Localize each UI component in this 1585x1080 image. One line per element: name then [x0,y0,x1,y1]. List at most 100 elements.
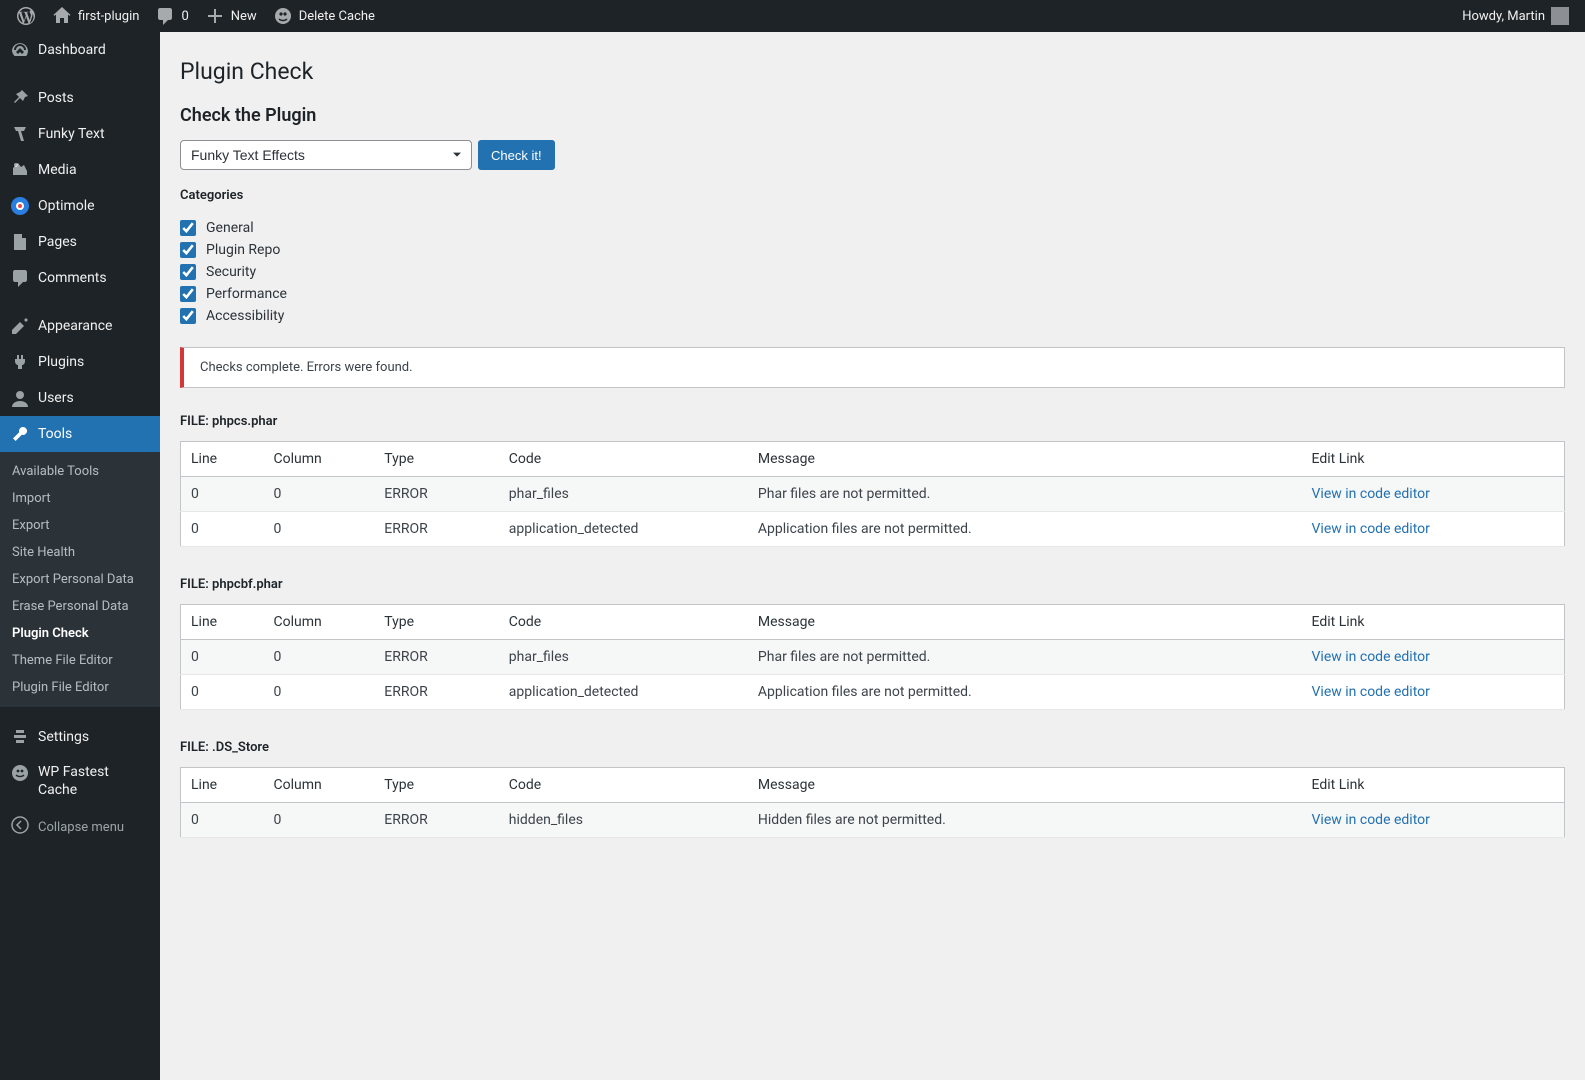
cell-code: hidden_files [499,803,748,838]
results-table: LineColumnTypeCodeMessageEdit Link00ERRO… [180,604,1565,710]
sidebar-item-label: Media [38,162,77,178]
tools-submenu: Available ToolsImportExportSite HealthEx… [0,452,160,707]
view-in-editor-link[interactable]: View in code editor [1312,649,1430,665]
cell-type: ERROR [374,477,499,512]
col-line: Line [181,605,264,640]
category-checkbox[interactable] [180,264,196,280]
submenu-item[interactable]: Theme File Editor [0,647,160,674]
sidebar-item-optimole[interactable]: Optimole [0,188,160,224]
view-in-editor-link[interactable]: View in code editor [1312,684,1430,700]
submenu-item[interactable]: Available Tools [0,458,160,485]
wp-logo[interactable] [8,0,44,32]
account-link[interactable]: Howdy, Martin [1454,0,1577,32]
cell-code: application_detected [499,675,748,710]
check-button[interactable]: Check it! [478,140,555,170]
cell-type: ERROR [374,640,499,675]
cell-edit-link: View in code editor [1302,640,1565,675]
check-plugin-heading: Check the Plugin [180,105,1565,126]
new-label: New [231,9,257,24]
submenu-item[interactable]: Site Health [0,539,160,566]
media-icon [10,160,30,180]
sidebar-item-label: Tools [38,426,72,442]
notice-text: Checks complete. Errors were found. [200,360,413,375]
col-column: Column [264,768,375,803]
sidebar-item-users[interactable]: Users [0,380,160,416]
appearance-icon [10,316,30,336]
admin-bar: first-plugin 0 New Delete Cache Howdy, M… [0,0,1585,32]
sidebar-item-media[interactable]: Media [0,152,160,188]
collapse-label: Collapse menu [38,820,124,835]
cell-message: Hidden files are not permitted. [748,803,1302,838]
sidebar-item-funky[interactable]: Funky Text [0,116,160,152]
category-checkbox[interactable] [180,242,196,258]
collapse-menu[interactable]: Collapse menu [0,807,160,847]
sidebar-item-label: WP Fastest Cache [38,763,150,799]
controls-row: Funky Text Effects Check it! [180,140,1565,170]
page-title: Plugin Check [180,58,1565,85]
cell-type: ERROR [374,512,499,547]
category-label: Security [206,264,256,280]
sidebar-item-appearance[interactable]: Appearance [0,308,160,344]
cache-icon [273,6,293,26]
site-name-label: first-plugin [78,9,139,24]
cell-code: phar_files [499,477,748,512]
sidebar-item-plugins[interactable]: Plugins [0,344,160,380]
submenu-item[interactable]: Export [0,512,160,539]
sidebar-item-label: Posts [38,90,74,106]
cell-line: 0 [181,512,264,547]
cell-column: 0 [264,477,375,512]
plugin-select[interactable]: Funky Text Effects [180,140,472,170]
submenu-item[interactable]: Export Personal Data [0,566,160,593]
sidebar-item-wpfc[interactable]: WP Fastest Cache [0,755,160,807]
category-checkbox[interactable] [180,286,196,302]
optimole-icon [10,196,30,216]
view-in-editor-link[interactable]: View in code editor [1312,521,1430,537]
cell-edit-link: View in code editor [1302,803,1565,838]
plugins-icon [10,352,30,372]
submenu-item[interactable]: Plugin File Editor [0,674,160,701]
comments-link[interactable]: 0 [147,0,196,32]
category-row: General [180,217,1565,239]
submenu-item[interactable]: Plugin Check [0,620,160,647]
category-label: Performance [206,286,287,302]
delete-cache-link[interactable]: Delete Cache [265,0,383,32]
category-row: Plugin Repo [180,239,1565,261]
main-content: Plugin Check Check the Plugin Funky Text… [160,32,1585,1080]
view-in-editor-link[interactable]: View in code editor [1312,812,1430,828]
col-type: Type [374,605,499,640]
table-row: 00ERRORphar_filesPhar files are not perm… [181,640,1565,675]
plus-icon [205,6,225,26]
table-row: 00ERRORapplication_detectedApplication f… [181,675,1565,710]
cell-message: Phar files are not permitted. [748,640,1302,675]
sidebar-item-dashboard[interactable]: Dashboard [0,32,160,68]
sidebar-item-tools[interactable]: Tools [0,416,160,452]
col-line: Line [181,768,264,803]
view-in-editor-link[interactable]: View in code editor [1312,486,1430,502]
site-name-link[interactable]: first-plugin [44,0,147,32]
collapse-icon [10,815,30,839]
submenu-item[interactable]: Import [0,485,160,512]
sidebar-item-label: Optimole [38,198,95,214]
col-line: Line [181,442,264,477]
sidebar-item-settings[interactable]: Settings [0,719,160,755]
cell-code: phar_files [499,640,748,675]
file-heading: FILE: phpcs.phar [180,414,1565,429]
new-content-link[interactable]: New [197,0,265,32]
sidebar-item-label: Funky Text [38,126,105,142]
results-table: LineColumnTypeCodeMessageEdit Link00ERRO… [180,441,1565,547]
cell-message: Application files are not permitted. [748,512,1302,547]
sidebar-item-label: Dashboard [38,42,106,58]
categories-list: GeneralPlugin RepoSecurityPerformanceAcc… [180,217,1565,327]
submenu-item[interactable]: Erase Personal Data [0,593,160,620]
category-checkbox[interactable] [180,220,196,236]
category-checkbox[interactable] [180,308,196,324]
sidebar-item-comments[interactable]: Comments [0,260,160,296]
sidebar-item-page[interactable]: Pages [0,224,160,260]
cell-line: 0 [181,477,264,512]
avatar [1551,7,1569,25]
col-message: Message [748,768,1302,803]
cell-line: 0 [181,803,264,838]
cell-code: application_detected [499,512,748,547]
col-edit_link: Edit Link [1302,442,1565,477]
sidebar-item-pin[interactable]: Posts [0,80,160,116]
